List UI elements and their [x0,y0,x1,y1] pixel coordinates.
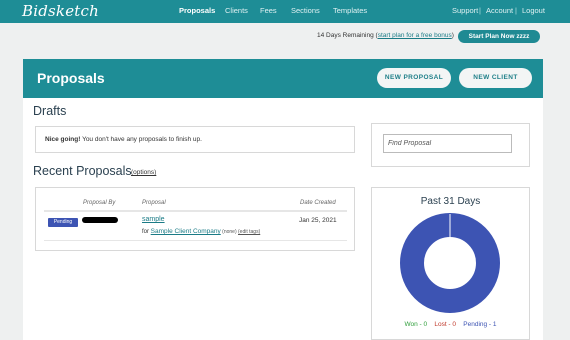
options-link[interactable]: (options) [131,169,156,176]
client-link[interactable]: Sample Client Company [151,228,221,235]
column-proposal-by: Proposal By [83,200,116,206]
lost-value: 0 [452,321,457,328]
won-label: Won - [404,321,424,328]
status-badge: Pending [48,218,78,227]
top-navbar: Bidsketch Proposals Clients Fees Section… [0,0,570,23]
find-proposal-input[interactable] [383,134,512,153]
lost-count: Lost - 0 [434,321,456,328]
tags-none: (none) [220,229,238,235]
pending-label: Pending - [463,321,493,328]
nav-sections[interactable]: Sections [291,6,320,15]
find-proposal-panel [371,123,530,167]
trial-notice: 14 Days Remaining (start plan for a free… [317,32,454,39]
page-header: Proposals NEW PROPOSAL NEW CLIENT [23,59,543,98]
edit-tags-link[interactable]: (edit tags) [238,229,260,235]
donut-chart [400,213,500,313]
stats-legend: Won - 0 Lost - 0 Pending - 1 [372,321,529,328]
proposal-title-link[interactable]: sample [142,216,165,223]
nav-support[interactable]: Support [452,6,478,15]
start-plan-button[interactable]: Start Plan Now zzzz [458,30,540,43]
new-client-button[interactable]: NEW CLIENT [459,68,532,88]
nav-separator: | [479,6,481,15]
lost-label: Lost - [434,321,453,328]
new-proposal-button[interactable]: NEW PROPOSAL [377,68,451,88]
redacted-author [82,217,118,223]
column-date-created: Date Created [300,200,336,206]
pending-count: Pending - 1 [463,321,496,328]
won-count: Won - 0 [404,321,427,328]
trial-days-text: 14 Days Remaining ( [317,32,378,39]
page-title: Proposals [37,70,105,86]
proposal-client-line: for Sample Client Company (none) (edit t… [142,228,260,235]
for-label: for [142,229,151,235]
nav-separator: | [515,6,517,15]
nav-proposals[interactable]: Proposals [179,6,215,15]
won-value: 0 [423,321,428,328]
row-divider [44,240,347,241]
date-created: Jan 25, 2021 [299,217,337,224]
nav-account[interactable]: Account [486,6,513,15]
bidsketch-logo[interactable]: Bidsketch [22,2,99,20]
trial-suffix: ) [451,32,454,39]
header-divider [44,210,347,212]
nav-clients[interactable]: Clients [225,6,248,15]
stats-title: Past 31 Days [420,196,481,207]
column-proposal: Proposal [142,200,166,206]
nav-fees[interactable]: Fees [260,6,277,15]
recent-proposals-table: Proposal By Proposal Date Created Pendin… [35,187,355,251]
drafts-message: Nice going! You don't have any proposals… [45,136,202,143]
nav-templates[interactable]: Templates [333,6,367,15]
recent-proposals-heading: Recent Proposals [33,164,132,178]
drafts-panel: Nice going! You don't have any proposals… [35,126,355,153]
nav-logout[interactable]: Logout [522,6,545,15]
start-plan-link[interactable]: start plan for a free bonus [378,32,452,39]
drafts-heading: Drafts [33,104,67,118]
drafts-message-text: You don't have any proposals to finish u… [80,136,202,143]
stats-panel: Past 31 Days Won - 0 Lost - 0 Pending - … [371,187,530,340]
drafts-message-bold: Nice going! [45,136,81,143]
pending-value: 1 [492,321,497,328]
